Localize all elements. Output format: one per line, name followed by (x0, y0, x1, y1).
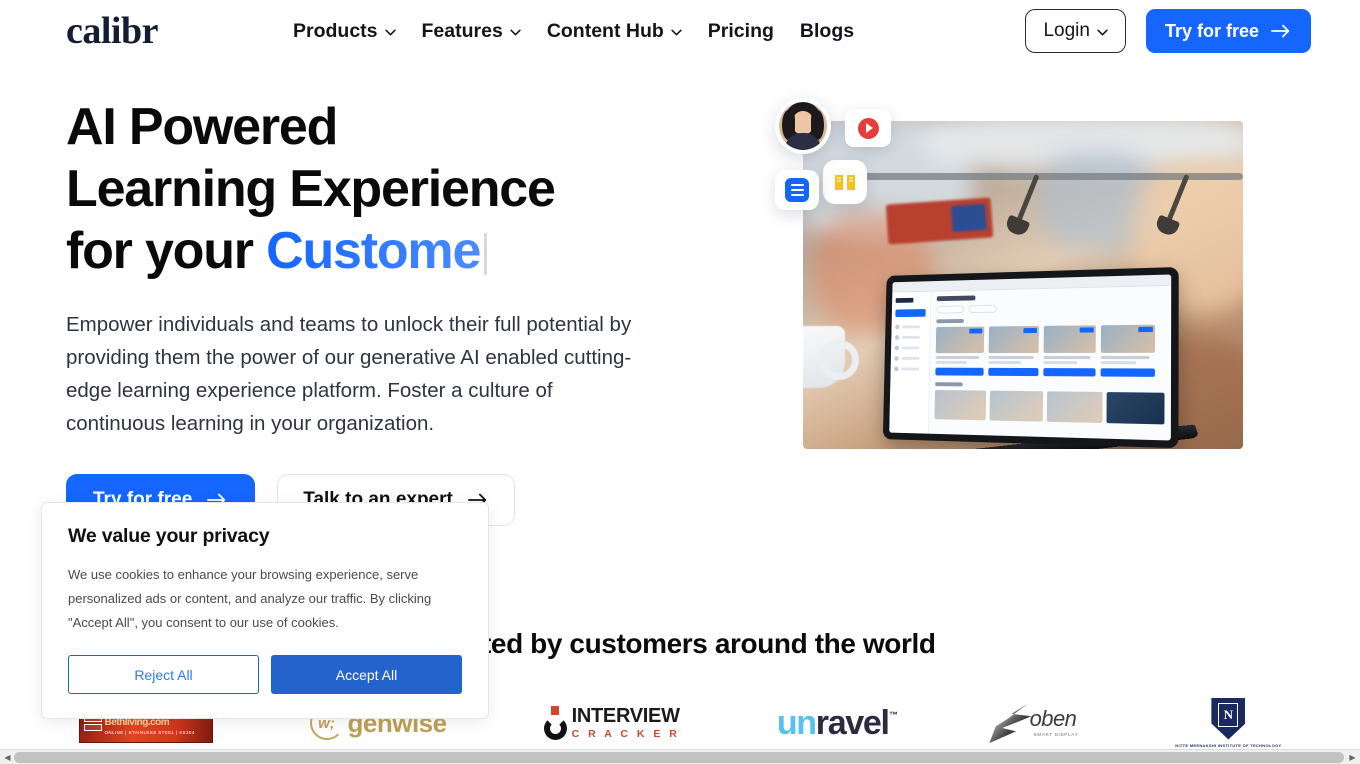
nav-label: Blogs (799, 20, 855, 42)
laptop-mockup (858, 266, 1203, 449)
nitte-caption: NITTE MEENAKSHI INSTITUTE OF TECHNOLOGY (1175, 742, 1282, 748)
interview-name: INTERVIEW (571, 705, 680, 728)
landing-page: calibr Products Features Content Hub Pri… (0, 0, 1360, 764)
typing-cursor (484, 233, 488, 275)
header-actions: Login Try for free (1025, 9, 1311, 53)
headline-line-3-static: for your (66, 222, 267, 280)
try-for-free-button-header[interactable]: Try for free (1145, 9, 1311, 53)
nav-label: Products (293, 20, 378, 42)
user-avatar-icon (779, 102, 827, 150)
headline-typed-word: Custome (266, 222, 481, 280)
bethliving-tagline: ONLINE | STAINLESS STEEL | SS304 (104, 730, 195, 736)
page-title: AI Powered Learning Experience for your … (66, 96, 666, 282)
nav-item-features[interactable]: Features (422, 19, 521, 43)
avatar (775, 98, 831, 154)
cookie-actions: Reject All Accept All (68, 655, 462, 694)
arrow-right-icon (1270, 23, 1292, 39)
nav-item-pricing[interactable]: Pricing (708, 19, 774, 43)
nav-item-blogs[interactable]: Blogs (800, 19, 854, 43)
nav-label: Features (421, 20, 503, 42)
hero-illustration: Create Personalize Distribute Engage (775, 98, 1295, 518)
interview-cracker-mark-icon (543, 706, 567, 740)
brand-logo[interactable]: calibr (66, 12, 158, 50)
client-logo-interview-cracker: INTERVIEW C R A C K E R (543, 697, 680, 749)
hero-content: AI Powered Learning Experience for your … (66, 96, 666, 526)
shield-letter: N (1218, 702, 1239, 727)
main-navigation: Products Features Content Hub Pricing Bl… (293, 19, 854, 43)
oben-tagline: SMART DISPLAY (1033, 732, 1079, 738)
oben-name: oben (1029, 706, 1077, 732)
chevron-down-icon (384, 29, 396, 36)
scroll-left-arrow-icon[interactable]: ◀ (1, 752, 14, 763)
shield-icon: N (1211, 697, 1246, 740)
login-label: Login (1043, 20, 1090, 41)
unravel-prefix: un (776, 703, 817, 742)
hero-photo (803, 121, 1243, 449)
login-button[interactable]: Login (1025, 9, 1126, 53)
scroll-right-arrow-icon[interactable]: ▶ (1346, 752, 1359, 763)
cookie-title: We value your privacy (68, 525, 270, 547)
cracker-name: C R A C K E R (571, 728, 680, 741)
horizontal-scrollbar[interactable]: ◀ ▶ (0, 749, 1360, 764)
document-icon (775, 170, 819, 210)
cookie-body: We use cookies to enhance your browsing … (68, 567, 432, 630)
nav-item-content-hub[interactable]: Content Hub (547, 19, 682, 43)
chevron-down-icon (671, 29, 682, 36)
reject-all-button[interactable]: Reject All (68, 655, 259, 694)
chevron-down-icon (510, 29, 521, 36)
laptop-screen (882, 266, 1179, 449)
oben-wing-icon (989, 703, 1032, 744)
try-label: Try for free (1164, 20, 1259, 41)
scrollbar-thumb[interactable] (14, 752, 1344, 763)
trademark-icon: ™ (888, 709, 898, 720)
site-header: calibr Products Features Content Hub Pri… (0, 0, 1360, 62)
coffee-cup (803, 326, 859, 388)
nav-item-products[interactable]: Products (293, 19, 396, 43)
client-logo-nitte: N NITTE MEENAKSHI INSTITUTE OF TECHNOLOG… (1175, 697, 1281, 749)
unravel-rest: ravel (815, 703, 890, 742)
chevron-down-icon (1097, 29, 1108, 36)
play-record-icon (845, 109, 891, 147)
hero-paragraph: Empower individuals and teams to unlock … (66, 313, 632, 435)
cookie-consent-banner: We value your privacy We use cookies to … (41, 502, 489, 719)
client-logo-oben: oben SMART DISPLAY (986, 697, 1079, 749)
accept-all-button[interactable]: Accept All (271, 655, 462, 694)
headline-line-2: Learning Experience (66, 160, 556, 218)
open-book-icon (823, 160, 867, 204)
nav-label: Pricing (707, 20, 774, 42)
nav-label: Content Hub (546, 20, 664, 42)
client-logo-unravel: unravel ™ (776, 697, 898, 749)
headline-line-1: AI Powered (66, 98, 338, 156)
